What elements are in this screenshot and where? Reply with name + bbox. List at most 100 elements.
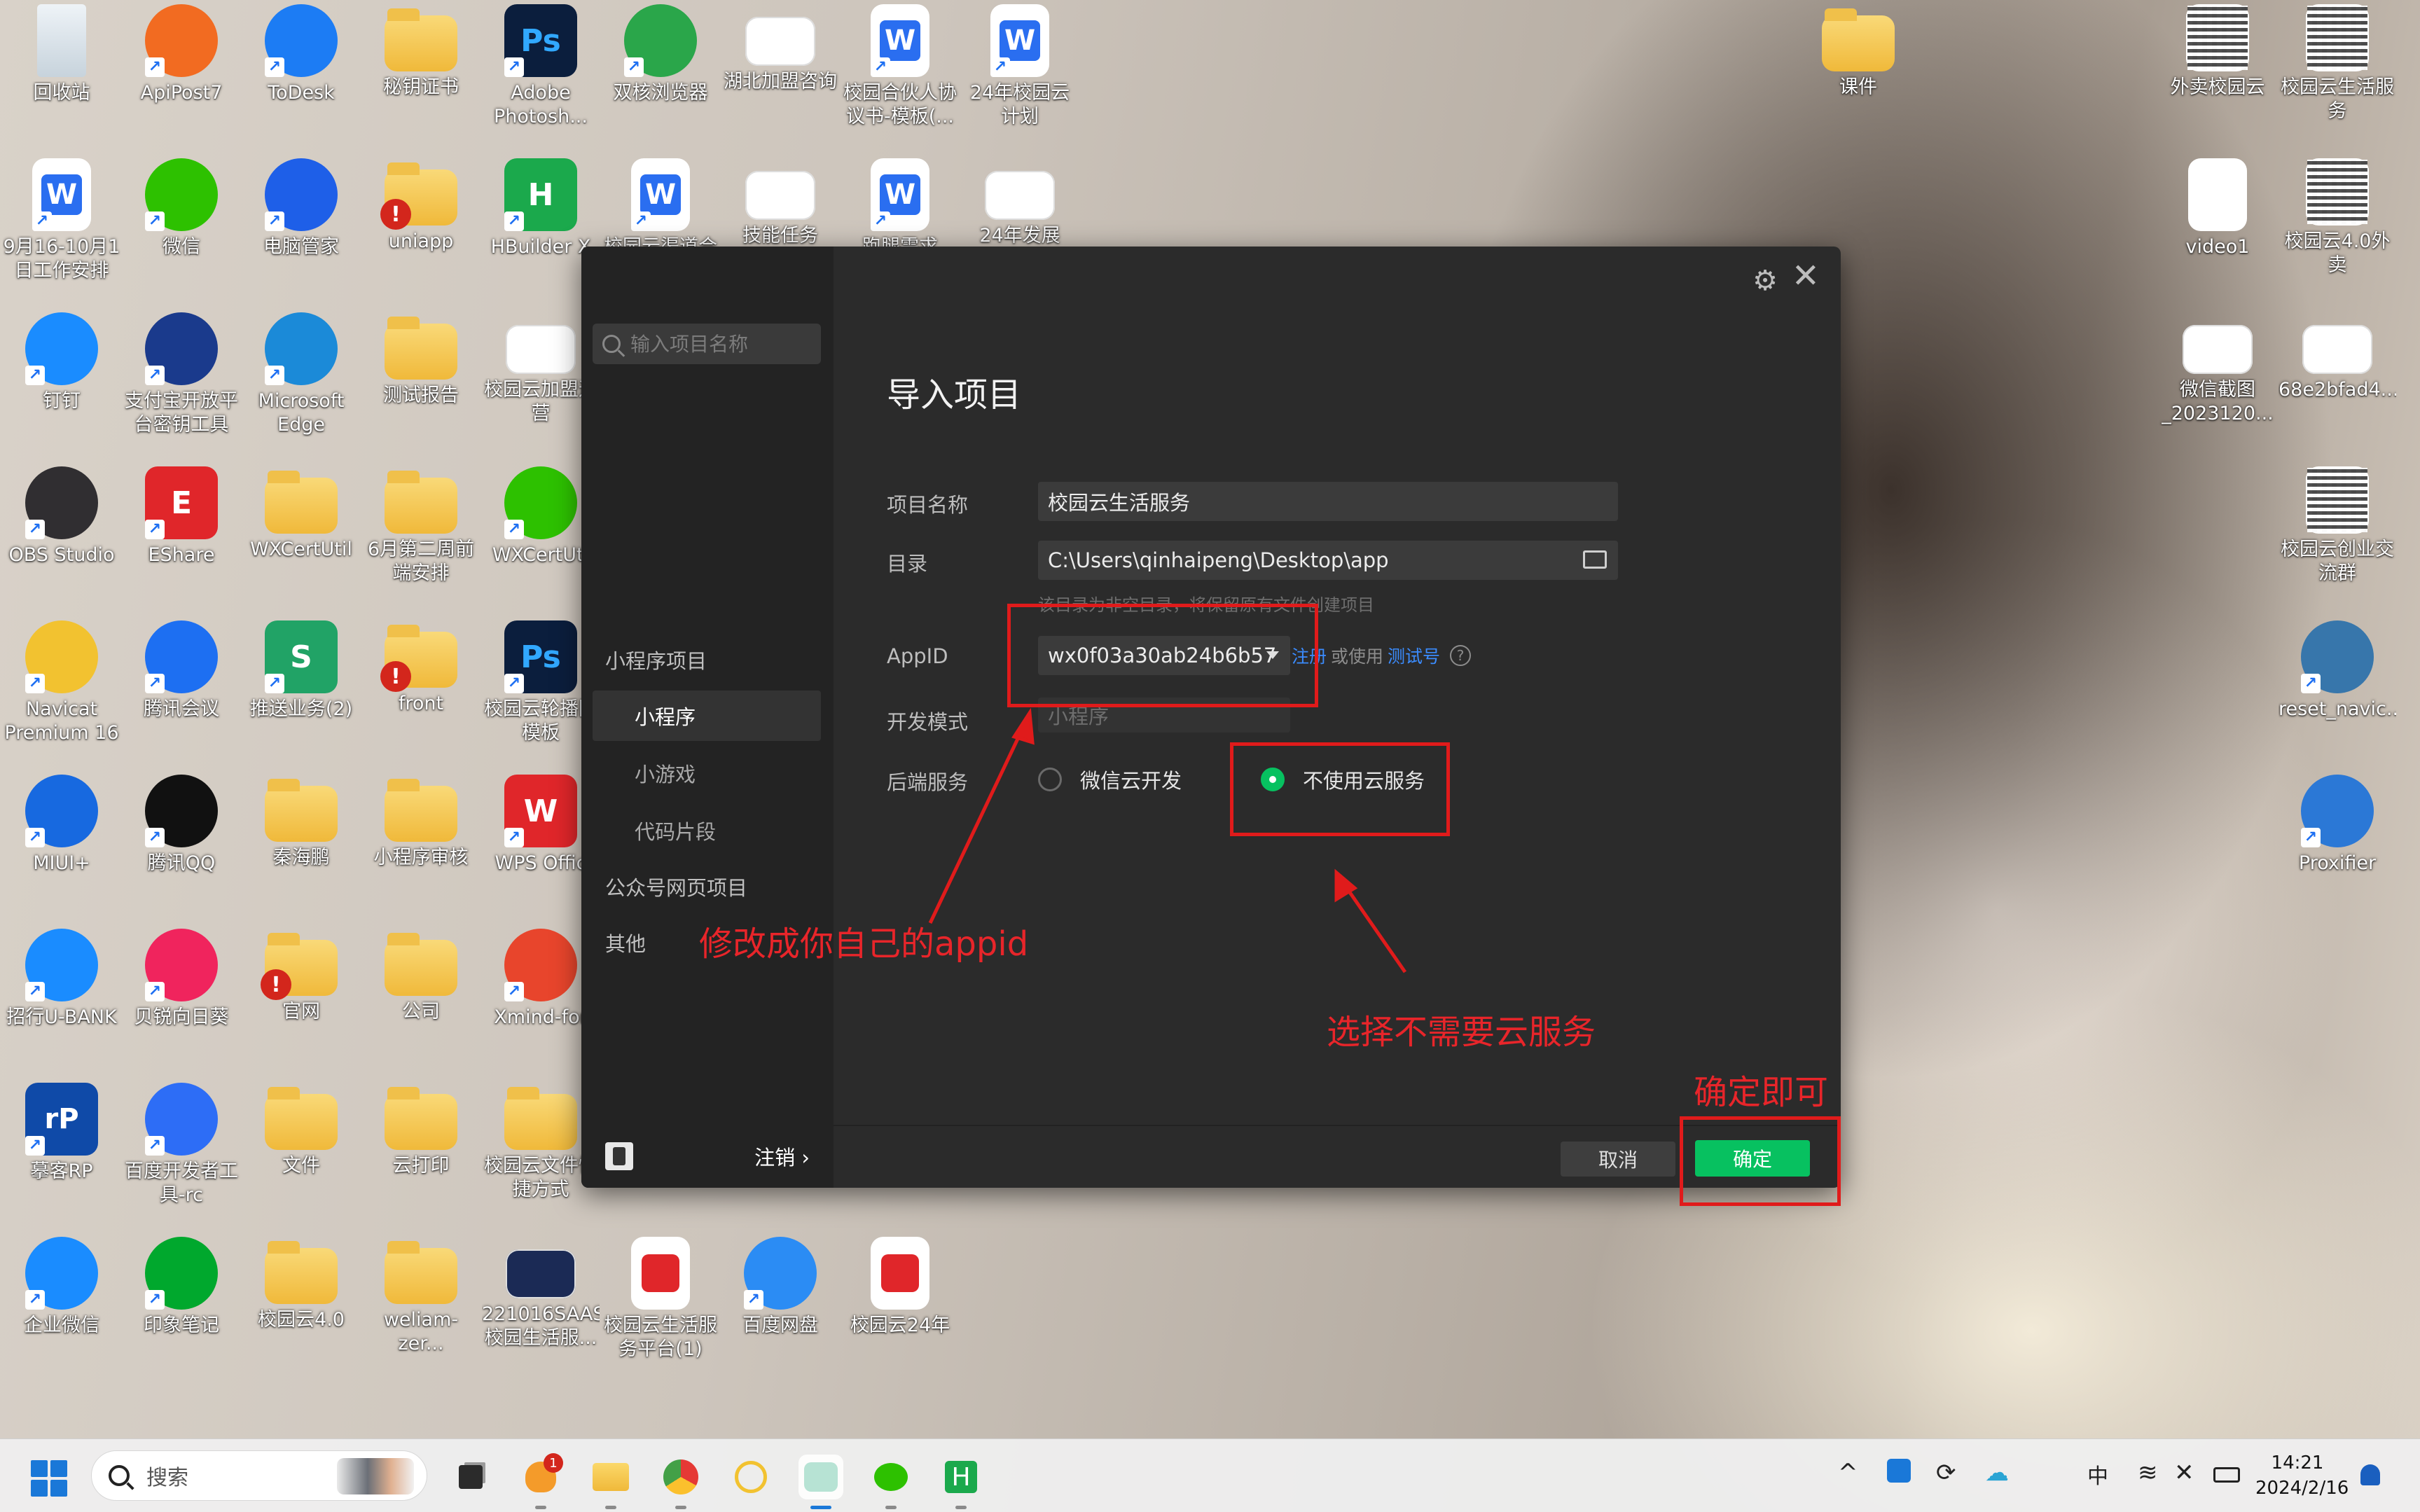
desktop-icon[interactable]: ↗ 钉钉: [3, 312, 120, 452]
desktop-icon[interactable]: W ↗ 校园合伙人协议书-模板(...: [841, 4, 959, 144]
sidebar-item-miniprogram[interactable]: 小程序: [593, 691, 821, 741]
directory-field[interactable]: C:\Users\qinhaipeng\Desktop\app: [1038, 541, 1618, 580]
desktop-icon[interactable]: ↗ ToDesk: [242, 4, 360, 144]
desktop-icon[interactable]: ↗ Navicat Premium 16: [3, 620, 120, 761]
close-icon[interactable]: ✕: [1792, 259, 1820, 293]
wechat-cloud-radio[interactable]: 微信云开发: [1038, 765, 1182, 794]
desktop-icon[interactable]: W ↗ 9月16-10月1日工作安排: [3, 158, 120, 298]
desktop-icon[interactable]: ↗ 电脑管家: [242, 158, 360, 298]
no-cloud-highlight-box: [1230, 742, 1450, 836]
help-icon[interactable]: ?: [1450, 645, 1472, 666]
desktop-icon[interactable]: 校园云创业交流群: [2279, 466, 2396, 606]
desktop-icon[interactable]: ! uniapp: [362, 158, 480, 298]
desktop-icon[interactable]: W ↗ 24年校园云计划: [961, 4, 1079, 144]
desktop-icon[interactable]: Ps ↗ Adobe Photosh...: [482, 4, 600, 144]
desktop-icon[interactable]: 校园云24年: [841, 1237, 959, 1377]
project-search-box[interactable]: [593, 324, 821, 364]
desktop-icon[interactable]: 小程序审核: [362, 775, 480, 915]
desktop-icon[interactable]: ↗ Microsoft Edge: [242, 312, 360, 452]
ime-indicator[interactable]: 中: [2087, 1459, 2108, 1490]
desktop-icon[interactable]: ↗ 微信: [123, 158, 240, 298]
desktop-icon[interactable]: 6月第二周前端安排: [362, 466, 480, 606]
wechat-devtools-icon[interactable]: [798, 1455, 843, 1509]
desktop-icon[interactable]: ↗ 印象笔记: [123, 1237, 240, 1377]
gear-icon[interactable]: ⚙: [1752, 265, 1778, 297]
tencent-meeting-icon: ↗: [145, 620, 218, 693]
task-view-icon[interactable]: [448, 1455, 493, 1499]
desktop-icon[interactable]: 公司: [362, 929, 480, 1069]
desktop-icon[interactable]: ↗ MIUI+: [3, 775, 120, 915]
desktop-icon[interactable]: 秘钥证书: [362, 4, 480, 144]
wechat-icon[interactable]: [869, 1455, 913, 1509]
desktop-icon[interactable]: 测试报告: [362, 312, 480, 452]
sync-tray-icon[interactable]: ⟳: [1936, 1459, 1956, 1487]
desktop-icon[interactable]: 外卖校园云: [2159, 4, 2276, 144]
desktop-icon[interactable]: 校园云4.0: [242, 1237, 360, 1377]
desktop-icon[interactable]: 校园云4.0外卖: [2279, 158, 2396, 298]
project-search-input[interactable]: [630, 332, 813, 356]
test-account-link[interactable]: 测试号: [1388, 643, 1440, 668]
logout-button[interactable]: 注销 ›: [754, 1142, 810, 1171]
browser-icon[interactable]: [658, 1455, 703, 1509]
hbuilder-icon[interactable]: H: [939, 1455, 983, 1509]
dingtalk-tray-icon[interactable]: [1887, 1459, 1911, 1483]
desktop-icon[interactable]: WXCertUtil: [242, 466, 360, 606]
desktop-icon[interactable]: 文件: [242, 1083, 360, 1223]
desktop-icon[interactable]: 微信截图_2023120...: [2159, 312, 2276, 452]
volume-muted-icon[interactable]: ✕: [2174, 1459, 2194, 1487]
desktop-icon[interactable]: 校园云生活服务: [2279, 4, 2396, 144]
sidebar-section-web[interactable]: 公众号网页项目: [581, 861, 834, 912]
file-explorer-icon[interactable]: [588, 1455, 633, 1509]
desktop-icon[interactable]: ↗ 百度网盘: [721, 1237, 839, 1377]
battery-icon[interactable]: [2213, 1467, 2240, 1483]
pet-app-icon[interactable]: 1: [518, 1453, 563, 1509]
desktop-icon[interactable]: E ↗ EShare: [123, 466, 240, 606]
desktop-icon[interactable]: 云打印: [362, 1083, 480, 1223]
sidebar-item-minigame[interactable]: 小游戏: [581, 748, 834, 798]
desktop-icon[interactable]: ↗ 腾讯会议: [123, 620, 240, 761]
sidebar-section-miniprogram[interactable]: 小程序项目: [581, 634, 834, 685]
qr-code-icon: [2306, 158, 2369, 226]
desktop-icon[interactable]: ↗ 百度开发者工具-rc: [123, 1083, 240, 1223]
desktop-icon[interactable]: ! front: [362, 620, 480, 761]
desktop-icon[interactable]: ! 官网: [242, 929, 360, 1069]
desktop-icon[interactable]: 221016SAAS校园生活服...: [482, 1237, 600, 1377]
desktop-icon[interactable]: ↗ 支付宝开放平台密钥工具: [123, 312, 240, 452]
system-clock[interactable]: 14:21 2024/2/16: [2255, 1450, 2349, 1501]
desktop-icon[interactable]: 课件: [1799, 4, 1917, 144]
desktop-icon[interactable]: S ↗ 推送业务(2): [242, 620, 360, 761]
desktop-icon[interactable]: 秦海鹏: [242, 775, 360, 915]
desktop-icon[interactable]: video1: [2159, 158, 2276, 298]
desktop-icon[interactable]: ↗ Proxifier: [2279, 775, 2396, 915]
desktop-icon[interactable]: ↗ 招行U-BANK: [3, 929, 120, 1069]
desktop-icon[interactable]: ↗ 企业微信: [3, 1237, 120, 1377]
python-icon: ↗: [2301, 620, 2374, 693]
folder-icon: [265, 779, 338, 842]
chevron-up-icon[interactable]: ^: [1838, 1459, 1858, 1487]
shortcut-arrow-icon: ↗: [265, 366, 284, 385]
desktop-icon[interactable]: weliam-zer...: [362, 1237, 480, 1377]
windows-start-icon[interactable]: [31, 1460, 67, 1497]
desktop-icon[interactable]: 回收站: [3, 4, 120, 144]
desktop-icon[interactable]: ↗ OBS Studio: [3, 466, 120, 606]
project-name-field[interactable]: 校园云生活服务: [1038, 482, 1618, 521]
desktop-icon[interactable]: ↗ 腾讯QQ: [123, 775, 240, 915]
desktop-icon[interactable]: 校园云生活服务平台(1): [602, 1237, 719, 1377]
notification-bell-icon[interactable]: [2360, 1464, 2380, 1485]
desktop-icon[interactable]: rP ↗ 摹客RP: [3, 1083, 120, 1223]
taskbar-search[interactable]: 搜索: [91, 1450, 427, 1501]
desktop-icon[interactable]: ↗ 双核浏览器: [602, 4, 719, 144]
desktop-icon[interactable]: 68e2bfad4...: [2279, 312, 2396, 452]
desktop-icon[interactable]: ↗ ApiPost7: [123, 4, 240, 144]
cloud-tray-icon[interactable]: ☁: [1985, 1459, 2009, 1487]
avatar[interactable]: [605, 1142, 633, 1170]
folder-open-icon[interactable]: [1583, 550, 1607, 569]
wifi-icon[interactable]: ≋: [2138, 1459, 2158, 1487]
cancel-button[interactable]: 取消: [1561, 1142, 1675, 1177]
desktop-icon[interactable]: ↗ 贝锐向日葵: [123, 929, 240, 1069]
desktop-icon-label: reset_navic...: [2279, 698, 2396, 720]
sidebar-item-snippet[interactable]: 代码片段: [581, 805, 834, 856]
desktop-icon[interactable]: ↗ reset_navic...: [2279, 620, 2396, 761]
desktop-icon[interactable]: 湖北加盟咨询: [721, 4, 839, 144]
navicat-icon[interactable]: [728, 1455, 773, 1499]
